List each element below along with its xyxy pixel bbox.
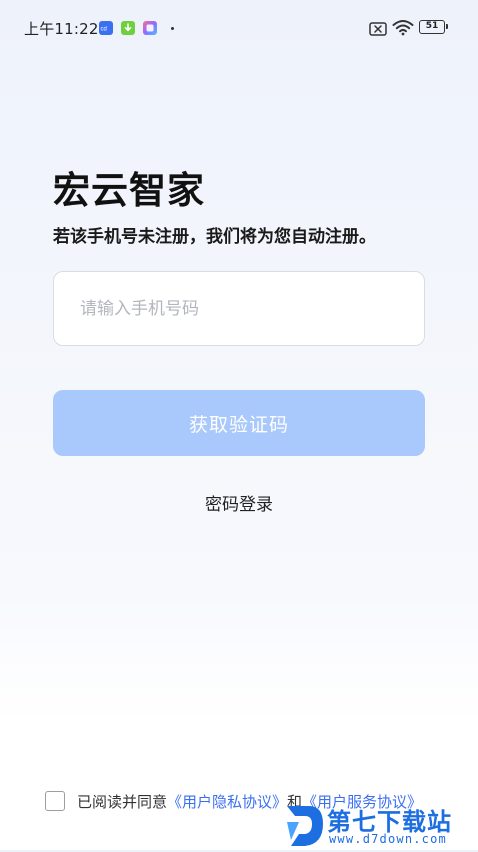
- phone-input[interactable]: [53, 271, 425, 346]
- notification-dot: [171, 27, 174, 30]
- download-app-icon: [121, 21, 135, 35]
- site-watermark: 第七下载站 www.d7down.com: [285, 800, 475, 850]
- agreement-prefix: 已阅读并同意: [77, 792, 168, 811]
- gallery-app-icon: [143, 21, 157, 35]
- battery-icon: 51: [419, 20, 448, 34]
- get-verification-code-button[interactable]: 获取验证码: [53, 390, 425, 456]
- app-icon-blue: cd: [99, 21, 113, 35]
- battery-level: 51: [425, 21, 439, 31]
- status-time: 上午11:22: [24, 20, 99, 38]
- sim-off-icon: [369, 21, 387, 40]
- page-title: 宏云智家: [53, 169, 205, 212]
- svg-text:cd: cd: [101, 27, 107, 33]
- wifi-icon: [392, 19, 414, 40]
- watermark-url: www.d7down.com: [329, 832, 447, 846]
- register-hint: 若该手机号未注册，我们将为您自动注册。: [53, 227, 376, 247]
- privacy-policy-link[interactable]: 《用户隐私协议》: [167, 791, 287, 812]
- watermark-logo-icon: [285, 800, 325, 852]
- password-login-link[interactable]: 密码登录: [0, 490, 478, 515]
- agreement-checkbox[interactable]: [45, 791, 65, 811]
- status-bar: 上午11:22 cd 51: [0, 0, 478, 56]
